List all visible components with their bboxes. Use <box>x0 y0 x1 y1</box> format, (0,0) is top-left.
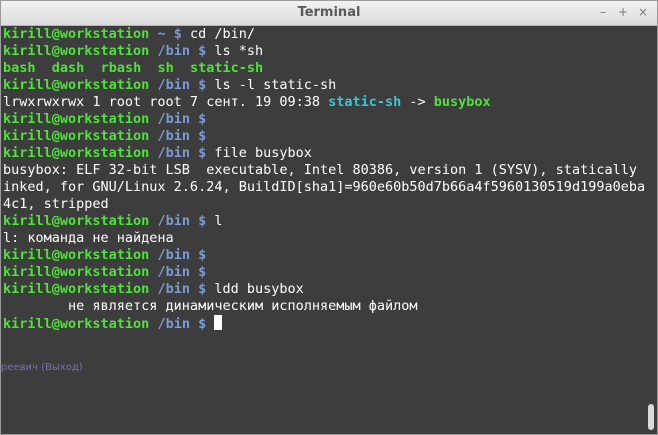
prompt-user: kirill@workstation <box>3 26 150 42</box>
command-text: ls -l static-sh <box>206 77 337 93</box>
maximize-button[interactable]: + <box>615 4 631 20</box>
output-text: не является динамическим исполняемым фай… <box>3 298 418 314</box>
terminal-line: kirill@workstation /bin $ ls *sh <box>3 43 645 60</box>
text-cursor <box>214 315 223 330</box>
prompt-path: /bin $ <box>149 247 207 263</box>
title-bar[interactable]: Terminal – + × <box>1 1 657 26</box>
command-text: file busybox <box>206 145 312 161</box>
ls-entry: dash <box>51 60 85 76</box>
symlink-target: busybox <box>433 94 491 110</box>
scrollbar-thumb[interactable] <box>648 404 654 430</box>
prompt-path: /bin $ <box>149 264 207 280</box>
prompt-user: kirill@workstation <box>3 264 150 280</box>
symlink-arrow: -> <box>401 94 434 110</box>
terminal-line: busybox: ELF 32-bit LSB executable, Inte… <box>3 162 645 179</box>
terminal-line: kirill@workstation /bin $ ls -l static-s… <box>3 77 645 94</box>
ls-entry: sh <box>157 60 174 76</box>
terminal-line: kirill@workstation /bin $ l <box>3 213 645 230</box>
prompt-user: kirill@workstation <box>3 111 150 127</box>
command-text <box>206 111 214 127</box>
output-text: busybox: ELF 32-bit LSB executable, Inte… <box>3 162 645 178</box>
terminal-line: kirill@workstation /bin $ ldd busybox <box>3 281 645 298</box>
prompt-path: /bin $ <box>149 281 207 297</box>
ls-entry: rbash <box>100 60 142 76</box>
prompt-user: kirill@workstation <box>3 247 150 263</box>
terminal-line: kirill@workstation ~ $ cd /bin/ <box>3 26 645 43</box>
prompt-user: kirill@workstation <box>3 145 150 161</box>
ls-entry: bash <box>3 60 36 76</box>
terminal-line: kirill@workstation /bin $ <box>3 247 645 264</box>
window-controls: – + × <box>595 4 651 20</box>
terminal-line: kirill@workstation /bin $ file busybox <box>3 145 645 162</box>
prompt-user: kirill@workstation <box>3 213 150 229</box>
prompt-user: kirill@workstation <box>3 316 150 332</box>
symlink-name: static-sh <box>328 94 402 110</box>
output-text: l: команда не найдена <box>3 230 174 246</box>
minimize-button[interactable]: – <box>595 4 611 20</box>
command-text <box>206 128 214 144</box>
prompt-user: kirill@workstation <box>3 43 150 59</box>
terminal-line: lrwxrwxrwx 1 root root 7 сент. 19 09:38 … <box>3 94 645 111</box>
prompt-path: /bin $ <box>149 43 207 59</box>
command-text: l <box>206 213 223 229</box>
terminal-line: не является динамическим исполняемым фай… <box>3 298 645 315</box>
prompt-user: kirill@workstation <box>3 281 150 297</box>
terminal-window: Terminal – + × kirill@workstation ~ $ cd… <box>0 0 658 435</box>
prompt-path: /bin $ <box>149 128 207 144</box>
output-text: inked, for GNU/Linux 2.6.24, BuildID[sha… <box>3 179 645 195</box>
prompt-path: /bin $ <box>149 145 207 161</box>
terminal-line: 4c1, stripped <box>3 196 645 213</box>
ls-long-prefix: lrwxrwxrwx 1 root root 7 сент. 19 09:38 <box>3 94 329 110</box>
command-text <box>206 264 214 280</box>
terminal-line: inked, for GNU/Linux 2.6.24, BuildID[sha… <box>3 179 645 196</box>
terminal-line: kirill@workstation /bin $ <box>3 111 645 128</box>
terminal-line: kirill@workstation /bin $ <box>3 128 645 145</box>
prompt-path: ~ $ <box>149 26 182 42</box>
scrollbar[interactable] <box>645 26 657 434</box>
terminal-line: kirill@workstation /bin $ <box>3 315 645 332</box>
prompt-path: /bin $ <box>149 77 207 93</box>
close-button[interactable]: × <box>635 4 651 20</box>
terminal-line: l: команда не найдена <box>3 230 645 247</box>
ls-entry: static-sh <box>190 60 264 76</box>
command-text: cd /bin/ <box>181 26 255 42</box>
command-text <box>206 247 214 263</box>
prompt-path: /bin $ <box>149 213 207 229</box>
command-text: ls *sh <box>206 43 264 59</box>
command-text: ldd busybox <box>206 281 304 297</box>
prompt-path: /bin $ <box>149 316 207 332</box>
terminal-output[interactable]: kirill@workstation ~ $ cd /bin/kirill@wo… <box>1 26 645 434</box>
prompt-user: kirill@workstation <box>3 77 150 93</box>
terminal-line: bash dash rbash sh static-sh <box>3 60 645 77</box>
window-title: Terminal <box>297 5 361 20</box>
command-text <box>206 316 214 332</box>
prompt-user: kirill@workstation <box>3 128 150 144</box>
prompt-path: /bin $ <box>149 111 207 127</box>
background-window-text: реевич (Выход) <box>1 362 83 373</box>
terminal-line: kirill@workstation /bin $ <box>3 264 645 281</box>
output-text: 4c1, stripped <box>3 196 109 212</box>
